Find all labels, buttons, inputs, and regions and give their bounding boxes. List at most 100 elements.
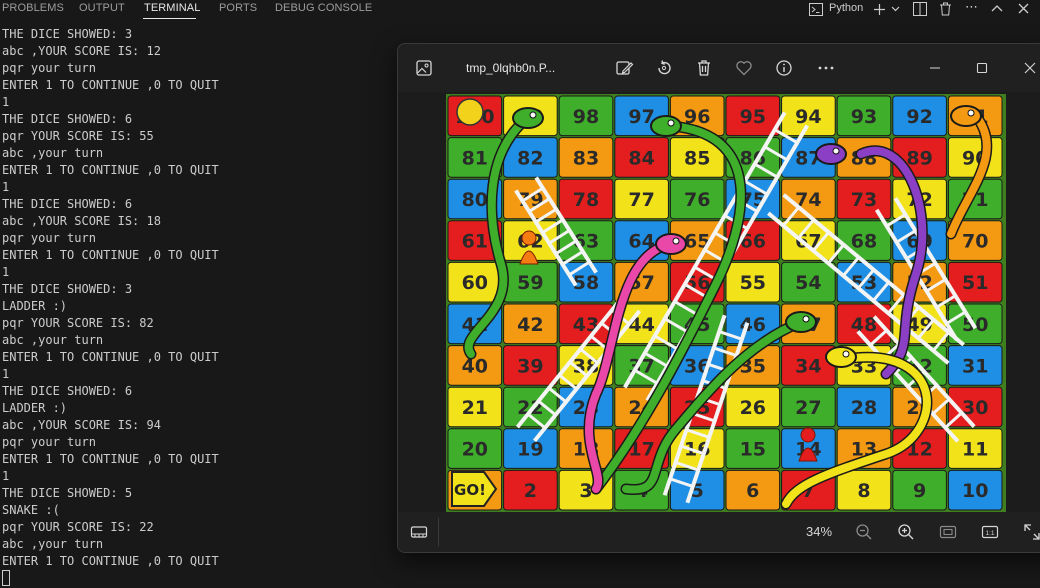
cell-number: 77 [628, 189, 654, 211]
cell-number: 80 [462, 189, 488, 211]
terminal-line: LADDER :) [2, 299, 68, 313]
cell-number: 6 [746, 480, 759, 502]
edit-image-icon[interactable] [614, 58, 634, 78]
cell-number: 89 [906, 147, 932, 169]
terminal-line: 1 [2, 265, 10, 279]
terminal-line: abc ,YOUR SCORE IS: 94 [2, 418, 161, 432]
snake-pink-eye [672, 237, 680, 245]
cell-number: 59 [517, 272, 543, 294]
tab-ports[interactable]: PORTS [219, 2, 257, 14]
tab-output[interactable]: OUTPUT [79, 2, 125, 14]
terminal-line: abc ,YOUR SCORE IS: 18 [2, 214, 161, 228]
cell-number: 95 [740, 106, 766, 128]
snake-orange-eye [967, 109, 975, 117]
terminal-line: pqr your turn [2, 435, 96, 449]
terminal-line: THE DICE SHOWED: 6 [2, 197, 133, 211]
more-options-icon[interactable] [816, 58, 836, 78]
snakes-and-ladders-board: 1009998979695949392918182838485868788899… [446, 94, 1006, 512]
terminal-line: THE DICE SHOWED: 6 [2, 384, 133, 398]
terminal-line: ENTER 1 TO CONTINUE ,0 TO QUIT [2, 78, 219, 92]
terminal-line: 1 [2, 469, 10, 483]
tab-terminal[interactable]: TERMINAL [144, 2, 200, 14]
cell-number: 81 [462, 147, 488, 169]
snake-green-long-eye [667, 119, 675, 127]
cell-number: 67 [795, 231, 821, 253]
cell-number: 28 [851, 397, 877, 419]
terminal-prompt[interactable] [2, 570, 392, 587]
cell-number: 93 [851, 106, 877, 128]
gallery-icon[interactable] [414, 58, 434, 78]
status-bar: 34% 1:1 [398, 512, 1040, 552]
chevron-down-icon[interactable] [891, 6, 900, 12]
actual-size-icon[interactable]: 1:1 [980, 522, 1000, 542]
status-separator [438, 518, 439, 546]
cell-number: 34 [795, 355, 821, 377]
fit-to-window-icon[interactable] [938, 522, 958, 542]
split-icon[interactable] [913, 2, 927, 16]
zoom-out-icon[interactable] [854, 522, 874, 542]
terminal-line: 1 [2, 95, 10, 109]
cell-number: 51 [962, 272, 988, 294]
image-viewer[interactable]: 1009998979695949392918182838485868788899… [398, 92, 1040, 512]
terminal-line: THE DICE SHOWED: 3 [2, 282, 133, 296]
cell-number: 92 [906, 106, 932, 128]
favorite-heart-icon[interactable] [734, 58, 754, 78]
cell-number: 10 [962, 480, 988, 502]
zoom-in-icon[interactable] [896, 522, 916, 542]
terminal-line: 1 [2, 180, 10, 194]
cell-number: 68 [851, 231, 877, 253]
cell-number: 73 [851, 189, 877, 211]
fullscreen-icon[interactable] [1022, 522, 1040, 542]
terminal-line: LADDER :) [2, 401, 68, 415]
filmstrip-icon[interactable] [409, 522, 429, 542]
terminal-icon[interactable] [809, 3, 823, 16]
cell-number: 70 [962, 231, 988, 253]
snake-green-eye [529, 111, 537, 119]
cell-number: 27 [795, 397, 821, 419]
shell-label[interactable]: Python [829, 2, 863, 14]
rotate-icon[interactable] [654, 58, 674, 78]
close-window-icon[interactable] [1020, 58, 1040, 78]
maximize-icon[interactable] [972, 58, 992, 78]
terminal-line: THE DICE SHOWED: 5 [2, 486, 133, 500]
zoom-level[interactable]: 34% [806, 524, 832, 539]
delete-icon[interactable] [694, 58, 714, 78]
cell-number: 8 [857, 480, 870, 502]
terminal-line: ENTER 1 TO CONTINUE ,0 TO QUIT [2, 248, 219, 262]
cell-number: 85 [684, 147, 710, 169]
terminal-line: abc ,your turn [2, 537, 104, 551]
snake-pink-head [655, 233, 687, 255]
go-label: GO! [454, 481, 486, 499]
cell-number: 15 [740, 439, 766, 461]
terminal-line: ENTER 1 TO CONTINUE ,0 TO QUIT [2, 163, 219, 177]
cell-number: 11 [962, 439, 988, 461]
tab-problems[interactable]: PROBLEMS [2, 2, 64, 14]
cell-number: 40 [462, 355, 488, 377]
terminal-output[interactable]: THE DICE SHOWED: 3 abc ,YOUR SCORE IS: 12… [2, 26, 392, 587]
tab-debug-console[interactable]: DEBUG CONSOLE [275, 2, 372, 14]
trash-icon[interactable] [939, 2, 952, 16]
minimize-icon[interactable] [925, 58, 945, 78]
cell-number: 39 [517, 355, 543, 377]
player-token-orange-head [521, 230, 537, 246]
terminal-line: pqr your turn [2, 61, 96, 75]
cell-number: 78 [573, 189, 599, 211]
cell-number: 20 [462, 439, 488, 461]
terminal-line: THE DICE SHOWED: 3 [2, 27, 133, 41]
panel-tab-bar: PROBLEMS OUTPUT TERMINAL PORTS DEBUG CON… [0, 0, 1040, 20]
snake-yellow-head [825, 346, 857, 368]
snake-orange-head [950, 105, 982, 127]
board-image: 1009998979695949392918182838485868788899… [447, 95, 1003, 511]
info-icon[interactable] [774, 58, 794, 78]
cell-number: 61 [462, 231, 488, 253]
snake-green-small-eye [802, 315, 810, 323]
cell-number: 26 [740, 397, 766, 419]
add-icon[interactable] [873, 3, 886, 16]
cell-number: 98 [573, 106, 599, 128]
snake-purple-head [815, 143, 847, 165]
close-panel-icon[interactable] [1018, 3, 1029, 14]
terminal-line: abc ,YOUR SCORE IS: 12 [2, 44, 161, 58]
snake-yellow-eye [842, 350, 850, 358]
more-icon[interactable]: ⋯ [965, 0, 978, 15]
maximize-panel-icon[interactable] [991, 4, 1003, 12]
